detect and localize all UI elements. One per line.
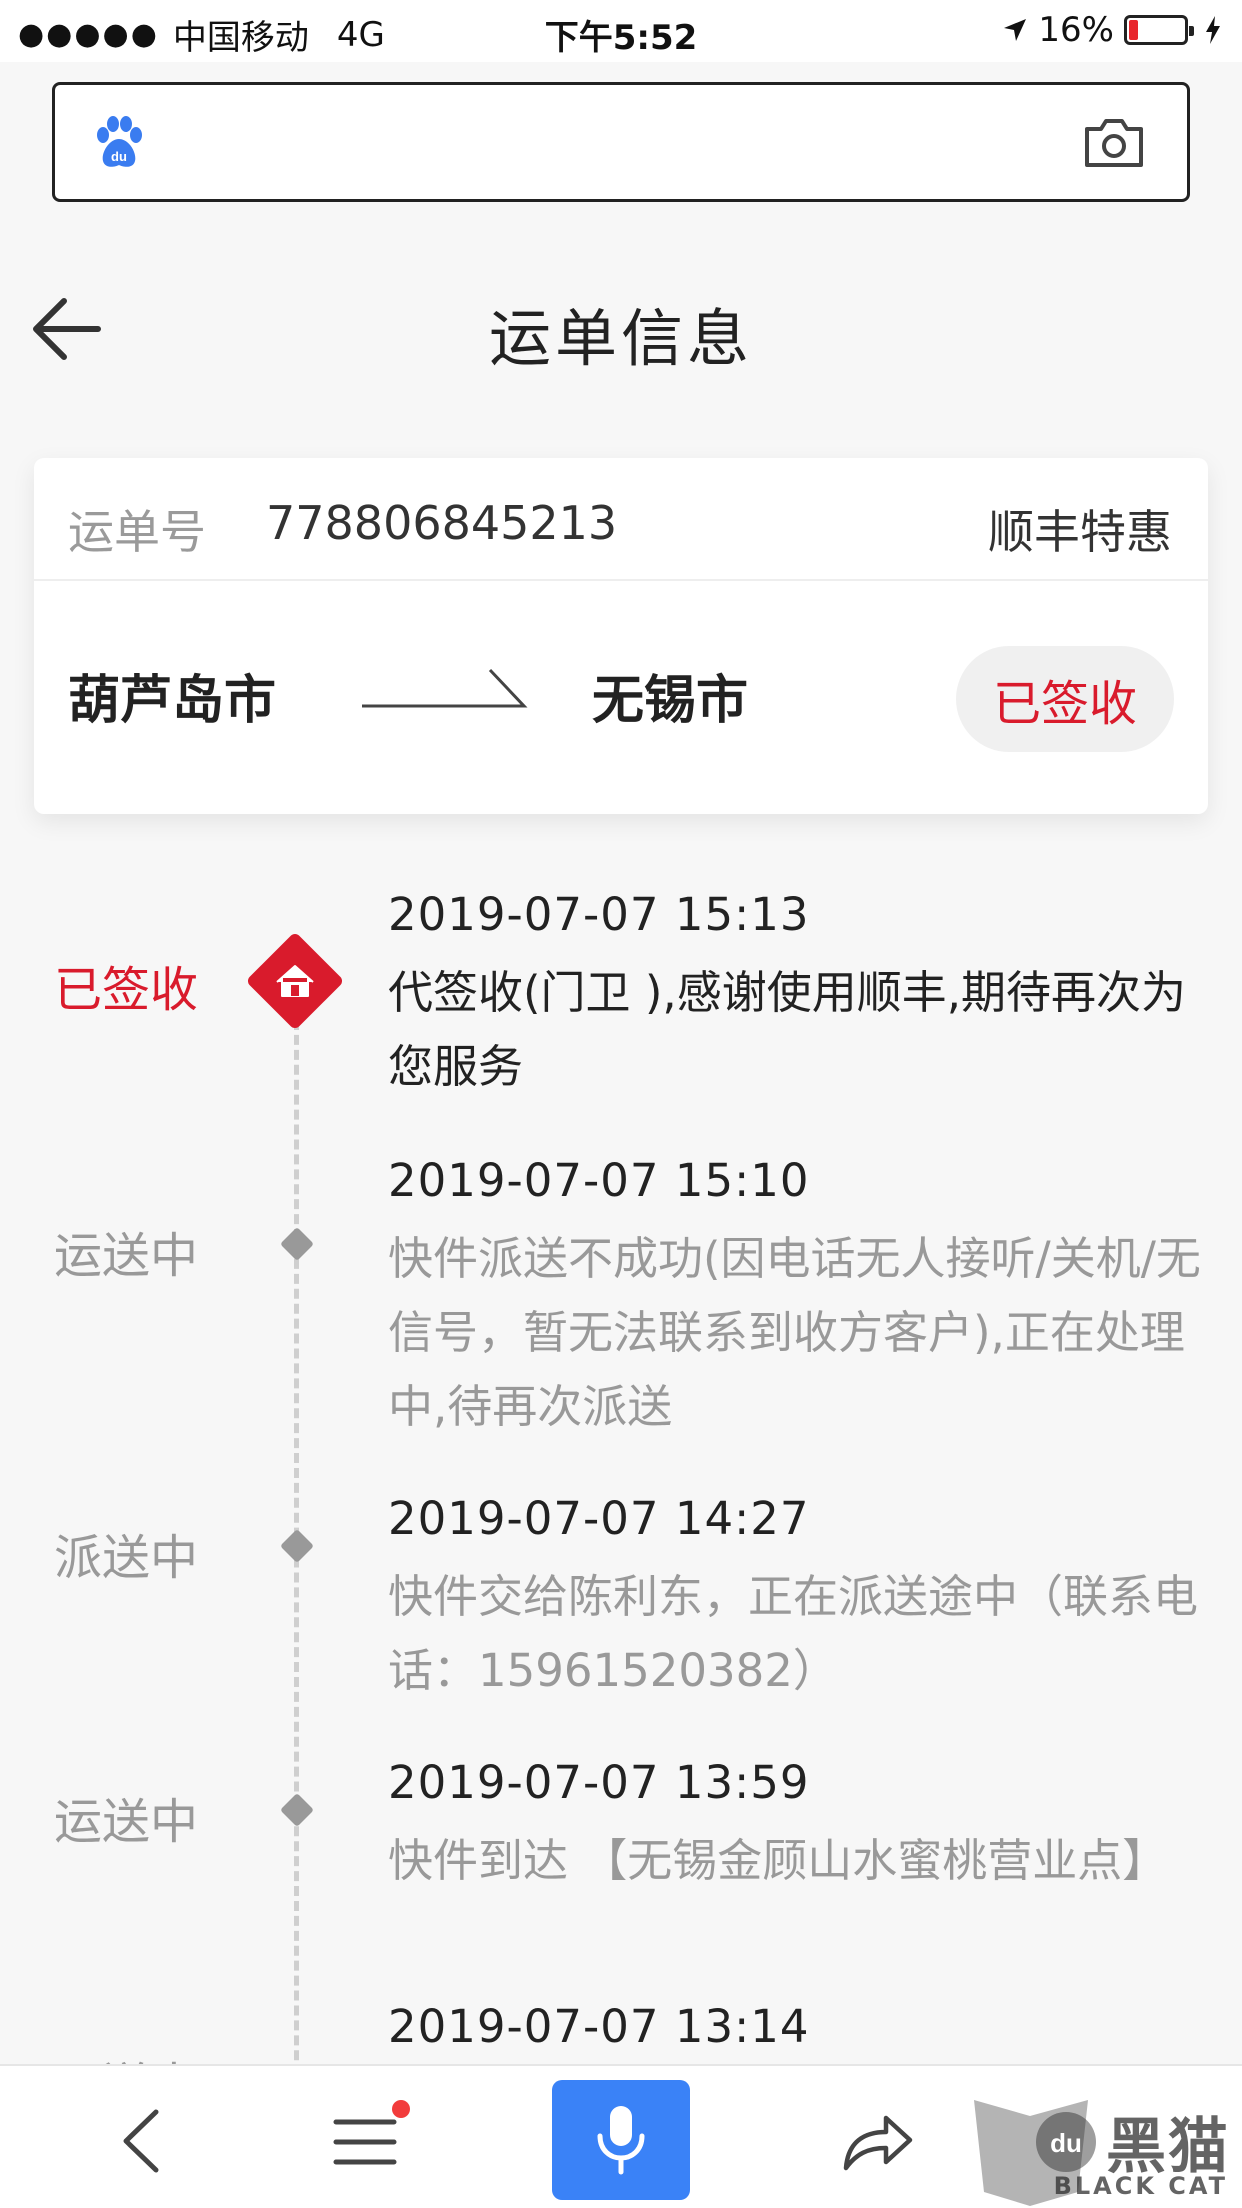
microphone-icon [597, 2106, 645, 2175]
watermark-subtitle: BLACK CAT [1053, 2172, 1228, 2200]
notification-dot [392, 2100, 410, 2118]
search-bar[interactable]: du [52, 82, 1190, 202]
origin-city: 葫芦岛市 [68, 671, 277, 731]
battery-percent: 16% [1038, 10, 1114, 50]
route-arrow-icon [362, 668, 528, 708]
tracking-timeline: 已签收 2019-07-07 15:13 代签收(门卫 ),感谢使用顺丰,期待再… [0, 870, 1242, 2070]
baidu-paw-icon[interactable]: du [91, 115, 147, 171]
timeline-time: 2019-07-07 14:27 [388, 1492, 810, 1545]
timeline-time: 2019-07-07 13:14 [388, 2000, 810, 2053]
timeline-time: 2019-07-07 15:10 [388, 1154, 810, 1207]
timeline-time: 2019-07-07 13:59 [388, 1756, 810, 1809]
diamond-node-icon [281, 1530, 313, 1562]
svg-text:du: du [1050, 2128, 1082, 2158]
timeline-status: 已签收 [54, 962, 199, 1018]
back-icon[interactable] [112, 2106, 172, 2176]
waybill-label: 运单号 [68, 505, 206, 559]
status-right: 16% [1002, 10, 1222, 50]
page-title: 运单信息 [488, 302, 753, 375]
share-icon[interactable] [840, 2106, 916, 2174]
waybill-header: 运单号 778806845213 顺丰特惠 [34, 458, 1208, 581]
timeline-status: 运送中 [54, 1794, 199, 1850]
timeline-description: 快件派送不成功(因电话无人接听/关机/无信号，暂无法联系到收方客户),正在处理中… [388, 1232, 1201, 1433]
status-badge: 已签收 [956, 646, 1174, 752]
home-delivered-icon [247, 933, 343, 1029]
timeline-status: 运送中 [54, 1228, 199, 1284]
diamond-node-icon [281, 1228, 313, 1260]
battery-level [1129, 20, 1138, 40]
timeline-time: 2019-07-07 15:13 [388, 888, 810, 941]
timeline-description: 快件到达 【无锡金顾山水蜜桃营业点】 [388, 1834, 1168, 1887]
diamond-node-icon [281, 1794, 313, 1826]
voice-search-button[interactable] [552, 2080, 690, 2200]
status-bar: ●●●●● 中国移动 4G 下午5:52 16% [0, 0, 1242, 62]
charging-bolt-icon [1206, 16, 1220, 44]
carrier-service: 顺丰特惠 [988, 505, 1172, 559]
timeline-status: 派送中 [54, 1530, 199, 1586]
timeline-description: 快件交给陈利东，正在派送途中（联系电话：15961520382） [388, 1570, 1199, 1697]
svg-text:du: du [111, 149, 127, 164]
waybill-number: 778806845213 [266, 496, 618, 550]
location-arrow-icon [1004, 19, 1027, 41]
camera-icon[interactable] [1083, 115, 1145, 171]
menu-icon[interactable] [330, 2110, 400, 2174]
battery-icon [1124, 15, 1194, 45]
waybill-card: 运单号 778806845213 顺丰特惠 葫芦岛市 无锡市 已签收 [34, 458, 1208, 814]
destination-city: 无锡市 [592, 671, 749, 731]
timeline-description: 代签收(门卫 ),感谢使用顺丰,期待再次为您服务 [388, 966, 1187, 1093]
search-input[interactable] [175, 113, 1035, 173]
page-header: 运单信息 [0, 250, 1242, 400]
